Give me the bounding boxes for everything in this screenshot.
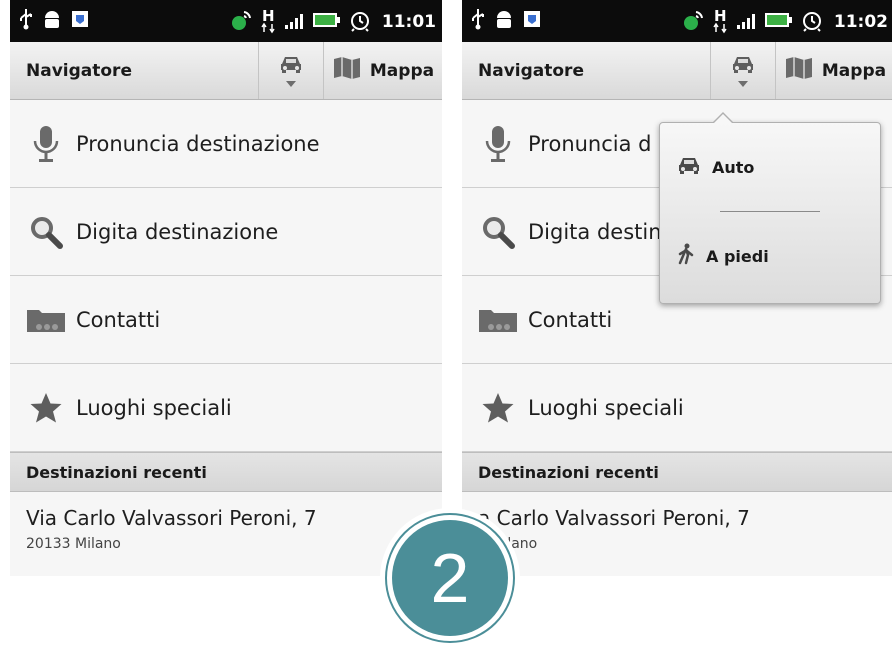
- menu-item-contacts[interactable]: Contatti: [10, 276, 442, 364]
- menu-item-special-places[interactable]: Luoghi speciali: [462, 364, 892, 452]
- phone-screen-left: H 11:01 Navigatore Mappa Pronuncia desti…: [10, 0, 442, 576]
- recent-destination-title: Via Carlo Valvassori Peroni, 7: [26, 506, 317, 530]
- microphone-icon: [26, 124, 66, 164]
- popup-item-walking[interactable]: A piedi: [660, 212, 880, 300]
- app-title: Navigatore: [26, 60, 132, 81]
- contacts-icon: [478, 300, 518, 340]
- battery-icon: [312, 11, 342, 33]
- travel-mode-popup: Auto A piedi: [659, 112, 881, 304]
- map-button[interactable]: Mappa: [776, 42, 892, 99]
- status-time: 11:02: [833, 12, 888, 32]
- popup-item-car[interactable]: Auto: [660, 123, 880, 211]
- menu-item-label: Pronuncia destinazione: [76, 131, 320, 156]
- travel-mode-button[interactable]: [710, 42, 776, 99]
- battery-icon: [764, 11, 794, 33]
- menu-item-special-places[interactable]: Luoghi speciali: [10, 364, 442, 452]
- network-type-icon: H: [260, 6, 278, 38]
- contacts-icon: [26, 300, 66, 340]
- menu-item-label: Contatti: [76, 307, 161, 332]
- shield-icon: [70, 8, 90, 34]
- signal-icon: [736, 10, 758, 34]
- recent-destinations-header: Destinazioni recenti: [10, 452, 442, 492]
- network-type-icon: H: [712, 6, 730, 38]
- alarm-icon: [348, 8, 372, 36]
- microphone-icon: [478, 124, 518, 164]
- map-label: Mappa: [369, 60, 435, 81]
- map-icon: [332, 55, 362, 86]
- recent-destination-title: a Carlo Valvassori Peroni, 7: [478, 506, 750, 530]
- recent-destination-subtitle: 3 Milano: [478, 536, 538, 552]
- status-bar: H 11:02: [462, 0, 892, 42]
- svg-text:H: H: [262, 7, 275, 25]
- usb-icon: [470, 8, 486, 34]
- step-badge: 2: [380, 508, 520, 647]
- menu-item-label: Digita destin: [528, 219, 662, 244]
- travel-mode-button[interactable]: [258, 42, 324, 99]
- status-bar: H 11:01: [10, 0, 442, 42]
- map-button[interactable]: Mappa: [324, 42, 442, 99]
- android-debug-icon: [494, 8, 514, 34]
- gps-icon: [682, 8, 706, 36]
- signal-icon: [284, 10, 306, 34]
- recent-destination-item[interactable]: a Carlo Valvassori Peroni, 7 3 Milano: [462, 492, 892, 576]
- car-icon: [730, 54, 756, 78]
- step-number: 2: [392, 520, 508, 636]
- menu-item-label: Contatti: [528, 307, 613, 332]
- usb-icon: [18, 8, 34, 34]
- chevron-down-icon: [738, 81, 748, 87]
- star-icon: [478, 388, 518, 428]
- menu-item-label: Luoghi speciali: [76, 395, 232, 420]
- menu-item-label: Pronuncia d: [528, 131, 652, 156]
- map-label: Mappa: [821, 60, 887, 81]
- svg-text:H: H: [714, 7, 727, 25]
- car-icon: [278, 54, 304, 78]
- phone-screen-right: H 11:02 Navigatore Mappa Pronuncia d Dig…: [462, 0, 892, 576]
- popup-item-label: A piedi: [706, 246, 769, 266]
- title-bar: Navigatore Mappa: [462, 42, 892, 100]
- search-icon: [478, 212, 518, 252]
- gps-icon: [230, 8, 254, 36]
- popup-item-label: Auto: [712, 157, 755, 177]
- recent-destination-item[interactable]: Via Carlo Valvassori Peroni, 7 20133 Mil…: [10, 492, 442, 576]
- search-icon: [26, 212, 66, 252]
- app-title: Navigatore: [478, 60, 584, 81]
- menu-item-type-destination[interactable]: Digita destinazione: [10, 188, 442, 276]
- title-bar: Navigatore Mappa: [10, 42, 442, 100]
- star-icon: [26, 388, 66, 428]
- recent-destinations-header: Destinazioni recenti: [462, 452, 892, 492]
- chevron-down-icon: [286, 81, 296, 87]
- alarm-icon: [800, 8, 824, 36]
- android-debug-icon: [42, 8, 62, 34]
- shield-icon: [522, 8, 542, 34]
- menu-item-label: Digita destinazione: [76, 219, 279, 244]
- menu-item-speak-destination[interactable]: Pronuncia destinazione: [10, 100, 442, 188]
- menu-item-label: Luoghi speciali: [528, 395, 684, 420]
- map-icon: [784, 55, 814, 86]
- recent-destination-subtitle: 20133 Milano: [26, 536, 121, 552]
- car-icon: [676, 155, 702, 179]
- status-time: 11:01: [381, 12, 436, 32]
- pedestrian-icon: [676, 243, 696, 269]
